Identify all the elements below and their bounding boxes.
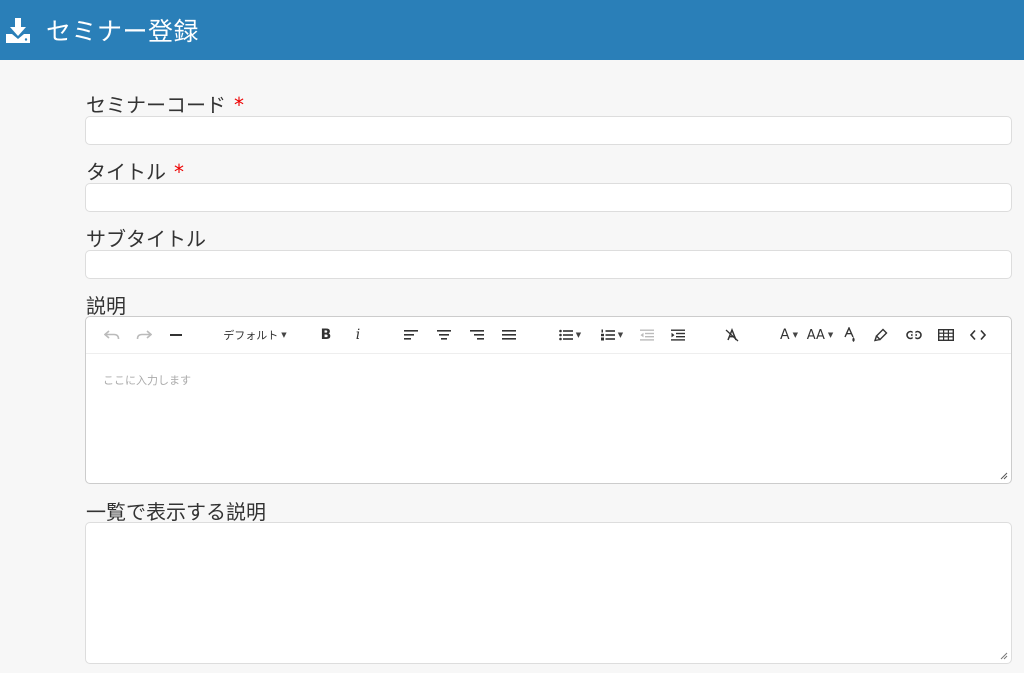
seminar-code-label-text: セミナーコード xyxy=(86,93,226,117)
caret-down-icon: ▼ xyxy=(827,331,834,339)
page-title: セミナー登録 xyxy=(46,17,200,46)
highlighter-icon[interactable] xyxy=(871,326,891,344)
subtitle-label: サブタイトル xyxy=(86,227,206,251)
description-editor-area[interactable]: ここに入力します xyxy=(86,354,1011,483)
numbered-list-icon[interactable]: ▼ xyxy=(595,326,629,344)
caret-down-icon: ▼ xyxy=(792,331,798,339)
font-size-label: AA xyxy=(806,327,825,343)
caret-down-icon: ▼ xyxy=(281,331,287,339)
link-icon[interactable] xyxy=(904,326,924,344)
clear-format-icon[interactable] xyxy=(722,326,742,344)
undo-icon[interactable] xyxy=(102,326,122,344)
code-view-icon[interactable] xyxy=(968,326,988,344)
font-color-button[interactable]: A ▼ xyxy=(776,326,802,344)
align-justify-icon[interactable] xyxy=(499,326,519,344)
required-mark: * xyxy=(234,93,244,117)
description-editor: デフォルト ▼ B i ▼ ▼ A ▼ AA ▼ ここに入力します xyxy=(85,316,1012,484)
subtitle-input[interactable] xyxy=(85,250,1012,279)
download-icon xyxy=(4,15,34,45)
seminar-code-label: セミナーコード * xyxy=(86,89,244,118)
title-label: タイトル * xyxy=(86,156,184,185)
list-description-label: 一覧で表示する説明 xyxy=(86,500,266,524)
horizontal-rule-icon[interactable] xyxy=(166,326,186,344)
align-right-icon[interactable] xyxy=(467,326,487,344)
table-icon[interactable] xyxy=(936,326,956,344)
align-center-icon[interactable] xyxy=(434,326,454,344)
editor-toolbar: デフォルト ▼ B i ▼ ▼ A ▼ AA ▼ xyxy=(86,317,1011,354)
resize-handle-icon[interactable] xyxy=(999,471,1008,480)
font-size-button[interactable]: AA ▼ xyxy=(805,326,835,344)
font-color-label: A xyxy=(780,327,790,343)
outdent-icon[interactable] xyxy=(637,326,657,344)
bullet-list-icon[interactable]: ▼ xyxy=(553,326,587,344)
list-description-textarea[interactable] xyxy=(85,522,1012,664)
editor-placeholder: ここに入力します xyxy=(103,374,191,387)
title-label-text: タイトル xyxy=(86,160,166,184)
page-header: セミナー登録 xyxy=(0,0,1024,60)
font-family-select[interactable]: デフォルト ▼ xyxy=(220,326,290,344)
redo-icon[interactable] xyxy=(134,326,154,344)
title-input[interactable] xyxy=(85,183,1012,212)
align-left-icon[interactable] xyxy=(401,326,421,344)
description-label: 説明 xyxy=(86,294,126,318)
text-color-icon[interactable] xyxy=(840,326,860,344)
italic-button[interactable]: i xyxy=(348,326,368,344)
bold-button[interactable]: B xyxy=(316,326,336,344)
indent-icon[interactable] xyxy=(668,326,688,344)
resize-handle-icon[interactable] xyxy=(999,651,1008,660)
required-mark: * xyxy=(174,160,184,184)
font-family-value: デフォルト xyxy=(223,329,279,342)
seminar-code-input[interactable] xyxy=(85,116,1012,145)
